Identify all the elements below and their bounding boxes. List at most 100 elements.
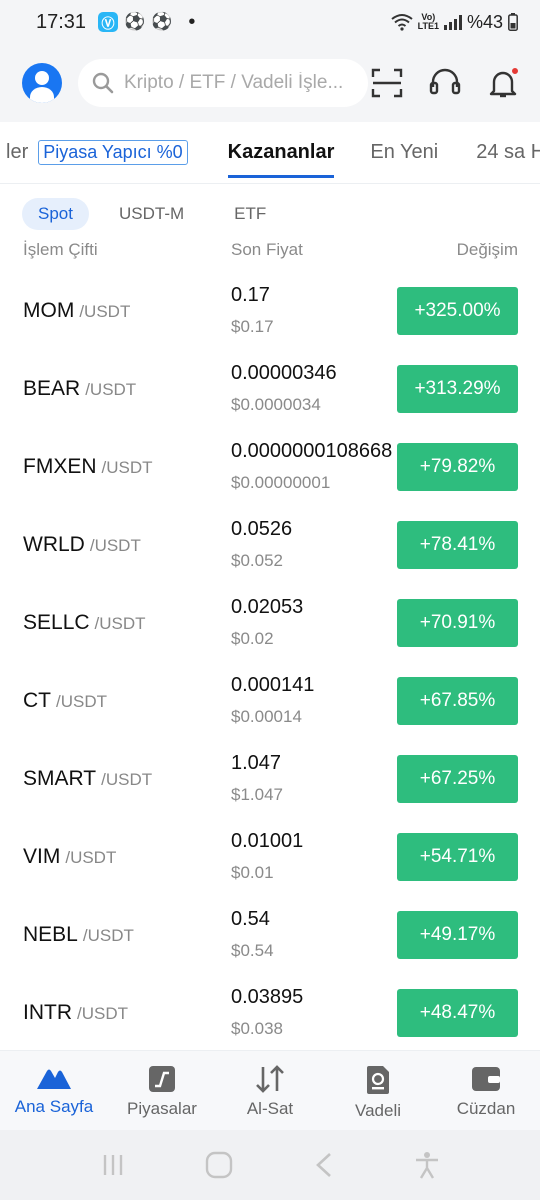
nav-label: Piyasalar [127,1099,197,1118]
tab-prev[interactable]: ler [6,141,28,164]
last-price: 0.00000346 [231,362,337,384]
futures-icon [367,1066,389,1094]
home-button-icon[interactable] [205,1151,233,1179]
list-item[interactable]: FMXEN/USDT 0.0000000108668 $0.00000001 +… [0,428,540,506]
list-item[interactable]: NEBL/USDT 0.54 $0.54 +49.17% [0,896,540,974]
column-header-pair: İşlem Çifti [23,240,98,259]
pair-name: SELLC/USDT [23,611,146,634]
last-price: 0.000141 [231,674,315,696]
tab-24h[interactable]: 24 sa Ha [476,141,540,164]
list-item[interactable]: VIM/USDT 0.01001 $0.01 +54.71% [0,818,540,896]
column-header-change: Değişim [456,240,518,259]
last-price: 0.17 [231,284,270,306]
status-time: 17:31 [36,10,87,33]
search-icon [92,72,114,94]
change-badge[interactable]: +70.91% [397,599,518,647]
accessibility-icon[interactable] [414,1151,440,1179]
pair-name: CT/USDT [23,689,107,712]
tab-gainers[interactable]: Kazananlar [227,141,334,178]
avatar[interactable] [22,63,62,103]
last-price-usd: $0.02 [231,629,274,648]
football-icon: ⚽ [124,12,146,31]
nav-label: Cüzdan [456,1099,516,1118]
last-price: 0.54 [231,908,270,930]
last-price: 0.0000000108668 [231,440,393,462]
list-item[interactable]: BEAR/USDT 0.00000346 $0.0000034 +313.29% [0,350,540,428]
recent-apps-icon[interactable] [100,1152,126,1178]
change-badge[interactable]: +48.47% [397,989,518,1037]
category-tabs: ler Piyasa Yapıcı %0 Kazananlar En Yeni … [0,122,540,184]
change-badge[interactable]: +313.29% [397,365,518,413]
list-item[interactable]: SMART/USDT 1.047 $1.047 +67.25% [0,740,540,818]
list-item[interactable]: CT/USDT 0.000141 $0.00014 +67.85% [0,662,540,740]
nav-home[interactable]: Ana Sayfa [0,1051,108,1130]
list-item[interactable]: WRLD/USDT 0.0526 $0.052 +78.41% [0,506,540,584]
last-price-usd: $0.17 [231,317,274,336]
column-headers: İşlem Çifti Son Fiyat Değişim [23,240,518,262]
signal-icon [443,14,462,30]
pair-name: BEAR/USDT [23,377,137,400]
market-list: MOM/USDT 0.17 $0.17 +325.00% BEAR/USDT 0… [0,272,540,1052]
wifi-icon [391,14,413,31]
trade-arrows-icon [256,1065,284,1093]
change-badge[interactable]: +67.25% [397,755,518,803]
last-price-usd: $0.038 [231,1019,283,1038]
tab-newest[interactable]: En Yeni [370,141,438,164]
tab-spot[interactable]: Spot [22,198,89,230]
last-price-usd: $0.052 [231,551,283,570]
market-type-tabs: Spot USDT-M ETF [22,198,282,230]
search-input[interactable] [124,72,364,94]
battery-icon [508,13,518,31]
nav-futures[interactable]: Vadeli [324,1051,432,1130]
battery-percent: %43 [466,11,503,32]
last-price: 0.02053 [231,596,304,618]
nav-markets[interactable]: Piyasalar [108,1051,216,1130]
nav-label: Al-Sat [246,1099,294,1118]
wallet-icon [472,1067,500,1091]
pair-name: VIM/USDT [23,845,117,868]
tab-usdt-m[interactable]: USDT-M [103,198,200,230]
last-price-usd: $0.00000001 [231,473,331,492]
nav-label: Ana Sayfa [14,1097,94,1116]
tab-etf[interactable]: ETF [218,198,282,230]
app-header [0,44,540,122]
notification-dot [510,66,520,76]
nav-label: Vadeli [355,1101,401,1120]
nav-trade[interactable]: Al-Sat [216,1051,324,1130]
scan-icon[interactable] [370,66,404,100]
change-badge[interactable]: +325.00% [397,287,518,335]
list-item[interactable]: INTR/USDT 0.03895 $0.038 +48.47% [0,974,540,1052]
pair-name: NEBL/USDT [23,923,134,946]
change-badge[interactable]: +67.85% [397,677,518,725]
status-bar: 17:31 Ⓥ ⚽ ⚽ • Vo) LTE1 %43 [0,0,540,44]
back-icon[interactable] [313,1152,335,1178]
list-item[interactable]: SELLC/USDT 0.02053 $0.02 +70.91% [0,584,540,662]
last-price: 1.047 [231,752,282,774]
football-icon: ⚽ [151,12,173,31]
volte-indicator: Vo) LTE1 [417,12,439,31]
support-headset-icon[interactable] [428,66,462,100]
change-badge[interactable]: +49.17% [397,911,518,959]
notifications-button[interactable] [486,66,520,100]
last-price-usd: $0.54 [231,941,274,960]
pair-name: FMXEN/USDT [23,455,153,478]
pair-name: INTR/USDT [23,1001,128,1024]
tab-market-maker-promo[interactable]: Piyasa Yapıcı %0 [38,140,188,165]
app-notification-icon: Ⓥ [98,12,119,32]
search-bar[interactable] [78,59,368,107]
change-badge[interactable]: +54.71% [397,833,518,881]
last-price: 0.01001 [231,830,304,852]
last-price: 0.0526 [231,518,293,540]
list-item[interactable]: MOM/USDT 0.17 $0.17 +325.00% [0,272,540,350]
bottom-nav: Ana Sayfa Piyasalar Al-Sat Vadeli Cüzdan [0,1050,540,1130]
last-price: 0.03895 [231,986,304,1008]
nav-wallet[interactable]: Cüzdan [432,1051,540,1130]
home-mountain-icon [37,1069,71,1089]
change-badge[interactable]: +78.41% [397,521,518,569]
system-navigation-bar [0,1130,540,1200]
pair-name: SMART/USDT [23,767,153,790]
last-price-usd: $0.0000034 [231,395,321,414]
markets-icon [149,1066,175,1092]
change-badge[interactable]: +79.82% [397,443,518,491]
pair-name: WRLD/USDT [23,533,141,556]
